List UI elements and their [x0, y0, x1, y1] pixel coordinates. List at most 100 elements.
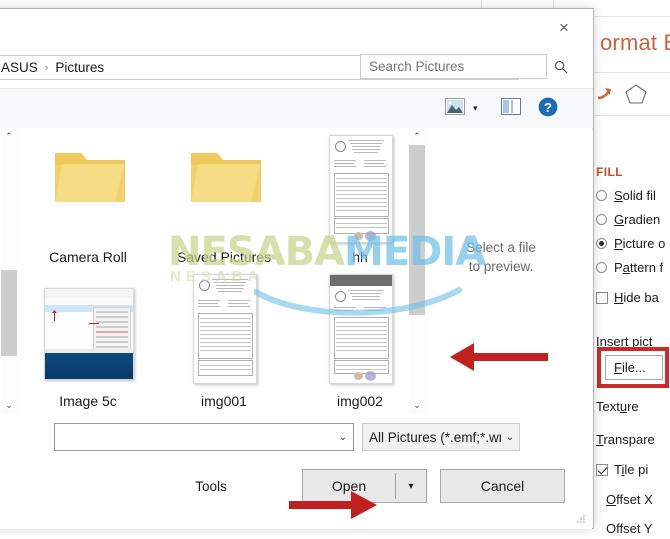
document-preview-image [329, 274, 393, 384]
scroll-down-icon[interactable]: ⌄ [1, 397, 17, 414]
screenshot-thumbnail [26, 276, 150, 388]
nav-pane-scrollbar[interactable]: ⌃ ⌄ [1, 128, 17, 414]
radio-indicator [596, 214, 607, 225]
help-icon[interactable]: ? [538, 97, 558, 120]
checkbox-indicator [596, 292, 608, 304]
chevron-down-icon[interactable]: ⌄ [501, 432, 519, 443]
radio-indicator-selected [596, 238, 607, 249]
document-preview-image [329, 135, 393, 243]
scrollbar-trough[interactable] [1, 145, 17, 397]
scroll-up-icon[interactable]: ⌃ [409, 128, 425, 145]
preview-pane-icon[interactable] [501, 98, 521, 118]
offset-x-text: Offset X [606, 492, 653, 507]
chevron-down-icon[interactable]: ▾ [473, 103, 478, 114]
document-thumbnail [298, 132, 422, 244]
search-input[interactable] [361, 55, 554, 78]
photo-stamp [354, 372, 363, 380]
chevron-down-icon[interactable]: ▾ [396, 470, 426, 502]
texture-text: Texture [596, 399, 639, 414]
breadcrumb-item-pictures[interactable]: Pictures [51, 60, 108, 75]
close-icon[interactable]: × [543, 15, 585, 41]
seal-mark [335, 291, 346, 302]
checkbox-label: Tile pi [614, 462, 649, 477]
preview-placeholder: Select a file to preview. [425, 238, 577, 276]
filename-input[interactable] [55, 424, 333, 450]
ink-stamp [365, 231, 376, 241]
radio-indicator [596, 262, 607, 273]
picture-view-icon[interactable] [445, 98, 465, 118]
red-pointer-mark [89, 323, 99, 325]
table-block [198, 360, 253, 376]
insert-picture-file-button[interactable]: File... [605, 355, 663, 380]
file-button-label: File... [614, 360, 646, 375]
table-block [334, 173, 389, 217]
search-icon[interactable] [554, 60, 568, 74]
scrollbar-trough[interactable] [409, 145, 425, 397]
list-item[interactable]: hh [298, 132, 422, 265]
file-list-scrollbar[interactable]: ⌃ ⌄ [409, 128, 425, 414]
document-thumbnail [298, 274, 422, 388]
red-arrow-pointing-left [450, 343, 548, 371]
filename-combobox[interactable]: ⌄ [54, 423, 354, 451]
scrollbar-thumb[interactable] [409, 145, 425, 315]
document-preview-image [193, 274, 257, 384]
checkbox-label: Hide ba [614, 290, 659, 305]
list-item[interactable]: Image 5c [26, 276, 150, 409]
resize-grip-icon[interactable] [576, 512, 586, 523]
document-thumbnail [162, 274, 286, 388]
open-file-dialog: × Users › ASUS › Pictures ⌄ older [0, 8, 594, 529]
offset-y-text: Offset Y [606, 521, 653, 536]
list-item-label: img001 [201, 393, 247, 409]
folder-icon [52, 146, 128, 208]
folder-icon [188, 146, 264, 208]
list-item[interactable]: Saved Pictures [162, 132, 286, 265]
radio-label: Gradien [614, 212, 661, 227]
cancel-button[interactable]: Cancel [440, 469, 565, 503]
red-arrow-pointing-right [289, 491, 377, 519]
radio-label: Picture o [614, 236, 666, 251]
scroll-down-icon[interactable]: ⌄ [409, 397, 425, 414]
seal-mark [335, 141, 346, 152]
fill-section-heading: FILL [596, 165, 623, 179]
seal-mark [199, 280, 210, 291]
shape-gallery-row [592, 72, 670, 116]
list-item[interactable]: img002 [298, 274, 422, 409]
preview-line-2: to preview. [468, 259, 534, 274]
list-item[interactable]: Camera Roll [26, 132, 150, 265]
photo-stamp [354, 232, 363, 240]
scan-band [330, 275, 392, 286]
filetype-dropdown[interactable]: All Pictures (*.emf;*.wmf;*.jpg;*.j ⌄ [362, 423, 520, 451]
chevron-down-icon[interactable]: ⌄ [333, 432, 353, 443]
folder-thumbnail [162, 132, 286, 244]
radio-label: Pattern f [614, 260, 664, 275]
svg-text:?: ? [544, 100, 552, 115]
radio-indicator [596, 190, 607, 201]
tools-button[interactable]: Tools [172, 471, 250, 501]
screenshot-preview-image [44, 288, 134, 380]
list-item-label: img002 [337, 393, 383, 409]
list-item-label: hh [352, 249, 368, 265]
list-item[interactable]: img001 [162, 274, 286, 409]
dialog-titlebar: × [0, 9, 593, 47]
scroll-up-icon[interactable]: ⌃ [1, 128, 17, 145]
checkbox-indicator-checked [596, 464, 608, 476]
dialog-toolbar: older ▾ ? [0, 88, 593, 130]
scrollbar-thumb[interactable] [1, 270, 17, 356]
breadcrumb-item-asus[interactable]: ASUS [0, 60, 42, 75]
format-background-pane-title: ormat B [600, 30, 670, 55]
table-block [334, 218, 389, 234]
ink-stamp [365, 371, 376, 381]
search-box[interactable] [360, 54, 568, 79]
filetype-value: All Pictures (*.emf;*.wmf;*.jpg;*.j [369, 429, 501, 445]
file-list[interactable]: Camera Roll Saved Pictures hh Image 5c i… [18, 128, 425, 414]
list-item-label: Saved Pictures [176, 249, 272, 265]
table-block [198, 313, 253, 359]
chevron-right-icon: › [44, 61, 49, 74]
table-block [334, 360, 389, 374]
transparency-text: Transpare [596, 432, 655, 447]
list-item-label: Image 5c [59, 393, 117, 409]
list-item-label: Camera Roll [49, 249, 127, 265]
arrow-shape-icon[interactable] [596, 85, 614, 103]
pentagon-shape-icon[interactable] [624, 83, 648, 105]
folder-thumbnail [26, 132, 150, 244]
